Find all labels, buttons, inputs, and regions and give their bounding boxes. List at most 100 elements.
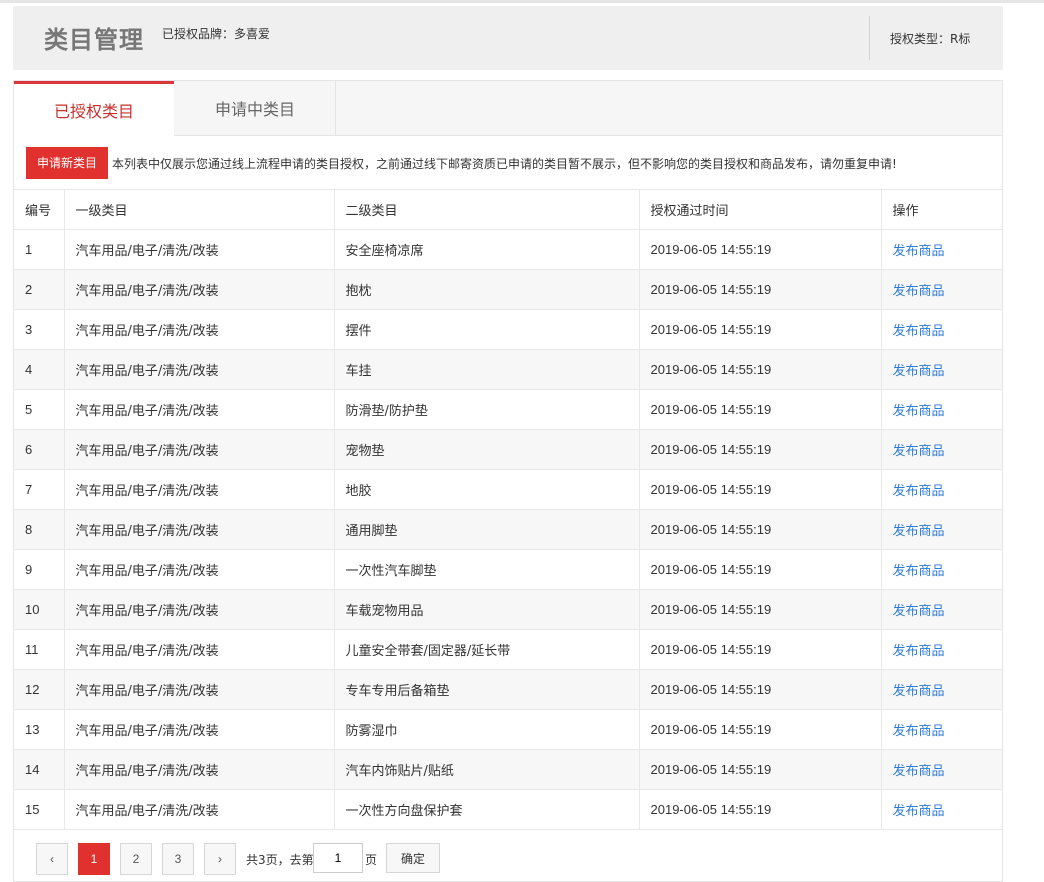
approved-time: 2019-06-05 14:55:19 <box>639 669 882 710</box>
level2-category: 车载宠物用品 <box>334 589 640 630</box>
publish-product-link[interactable]: 发布商品 <box>893 404 945 419</box>
top-border <box>0 0 1044 3</box>
publish-product-link[interactable]: 发布商品 <box>893 364 945 379</box>
publish-product-link[interactable]: 发布商品 <box>893 684 945 699</box>
table-row: 6 汽车用品/电子/清洗/改装 宠物垫 2019-06-05 14:55:19 发布商品 <box>14 429 1002 470</box>
publish-product-link[interactable]: 发布商品 <box>893 764 945 779</box>
authorized-brand: 已授权品牌：多喜爱 <box>162 27 271 41</box>
row-number: 3 <box>14 309 65 350</box>
level1-category: 汽车用品/电子/清洗/改装 <box>64 389 335 430</box>
publish-product-link[interactable]: 发布商品 <box>893 524 945 539</box>
approved-time: 2019-06-05 14:55:19 <box>639 629 882 670</box>
table-row: 4 汽车用品/电子/清洗/改装 车挂 2019-06-05 14:55:19 发布商品 <box>14 349 1002 390</box>
level1-category: 汽车用品/电子/清洗/改装 <box>64 509 335 550</box>
page-jump-confirm-button[interactable]: 确定 <box>386 843 440 873</box>
level1-category: 汽车用品/电子/清洗/改装 <box>64 589 335 630</box>
page-suffix-text: 页 <box>365 853 378 867</box>
tab-bar: 已授权类目 申请中类目 <box>14 81 1002 136</box>
level2-category: 防滑垫/防护垫 <box>334 389 640 430</box>
approved-time: 2019-06-05 14:55:19 <box>639 309 882 350</box>
notice-row: 申请新类目 本列表中仅展示您通过线上流程申请的类目授权，之前通过线下邮寄资质已申… <box>14 137 1002 190</box>
authorization-type: 授权类型：R标 <box>890 32 971 46</box>
level2-category: 安全座椅凉席 <box>334 229 640 270</box>
level1-category: 汽车用品/电子/清洗/改装 <box>64 309 335 350</box>
action-cell: 发布商品 <box>881 469 1002 510</box>
action-cell: 发布商品 <box>881 629 1002 670</box>
table-row: 1 汽车用品/电子/清洗/改装 安全座椅凉席 2019-06-05 14:55:19 发… <box>14 229 1002 270</box>
row-number: 11 <box>14 629 65 670</box>
level2-category: 摆件 <box>334 309 640 350</box>
action-cell: 发布商品 <box>881 309 1002 350</box>
level1-category: 汽车用品/电子/清洗/改装 <box>64 789 335 830</box>
level1-category: 汽车用品/电子/清洗/改装 <box>64 549 335 590</box>
publish-product-link[interactable]: 发布商品 <box>893 484 945 499</box>
row-number: 15 <box>14 789 65 830</box>
header-divider <box>869 16 870 60</box>
approved-time: 2019-06-05 14:55:19 <box>639 589 882 630</box>
action-cell: 发布商品 <box>881 509 1002 550</box>
approved-time: 2019-06-05 14:55:19 <box>639 789 882 830</box>
level2-category: 车挂 <box>334 349 640 390</box>
publish-product-link[interactable]: 发布商品 <box>893 724 945 739</box>
level1-category: 汽车用品/电子/清洗/改装 <box>64 269 335 310</box>
column-header-action: 操作 <box>881 190 1002 230</box>
action-cell: 发布商品 <box>881 749 1002 790</box>
table-row: 3 汽车用品/电子/清洗/改装 摆件 2019-06-05 14:55:19 发布商品 <box>14 309 1002 350</box>
row-number: 12 <box>14 669 65 710</box>
level1-category: 汽车用品/电子/清洗/改装 <box>64 709 335 750</box>
publish-product-link[interactable]: 发布商品 <box>893 604 945 619</box>
action-cell: 发布商品 <box>881 709 1002 750</box>
table-row: 11 汽车用品/电子/清洗/改装 儿童安全带套/固定器/延长带 2019-06-05 … <box>14 629 1002 670</box>
page-2-button[interactable]: 2 <box>120 843 152 875</box>
approved-time: 2019-06-05 14:55:19 <box>639 349 882 390</box>
level2-category: 儿童安全带套/固定器/延长带 <box>334 629 640 670</box>
prev-page-button[interactable]: ‹ <box>36 843 68 875</box>
approved-time: 2019-06-05 14:55:19 <box>639 549 882 590</box>
level1-category: 汽车用品/电子/清洗/改装 <box>64 669 335 710</box>
publish-product-link[interactable]: 发布商品 <box>893 324 945 339</box>
table-row: 10 汽车用品/电子/清洗/改装 车载宠物用品 2019-06-05 14:55:19… <box>14 589 1002 630</box>
action-cell: 发布商品 <box>881 549 1002 590</box>
page-header: 类目管理 已授权品牌：多喜爱 授权类型：R标 <box>13 6 1003 70</box>
approved-time: 2019-06-05 14:55:19 <box>639 229 882 270</box>
level1-category: 汽车用品/电子/清洗/改装 <box>64 349 335 390</box>
tab-authorized-categories[interactable]: 已授权类目 <box>14 81 174 136</box>
publish-product-link[interactable]: 发布商品 <box>893 284 945 299</box>
approved-time: 2019-06-05 14:55:19 <box>639 389 882 430</box>
publish-product-link[interactable]: 发布商品 <box>893 444 945 459</box>
table-row: 5 汽车用品/电子/清洗/改装 防滑垫/防护垫 2019-06-05 14:55:19… <box>14 389 1002 430</box>
level1-category: 汽车用品/电子/清洗/改装 <box>64 229 335 270</box>
level2-category: 宠物垫 <box>334 429 640 470</box>
column-header-level1: 一级类目 <box>64 190 335 230</box>
row-number: 1 <box>14 229 65 270</box>
publish-product-link[interactable]: 发布商品 <box>893 804 945 819</box>
publish-product-link[interactable]: 发布商品 <box>893 564 945 579</box>
page-3-button[interactable]: 3 <box>162 843 194 875</box>
next-page-button[interactable]: › <box>204 843 236 875</box>
row-number: 4 <box>14 349 65 390</box>
level2-category: 一次性方向盘保护套 <box>334 789 640 830</box>
page-1-button[interactable]: 1 <box>78 843 110 875</box>
action-cell: 发布商品 <box>881 789 1002 830</box>
pagination: ‹ 1 2 3 › 共3页，去第 页 确定 <box>36 843 736 877</box>
row-number: 13 <box>14 709 65 750</box>
category-panel: 已授权类目 申请中类目 申请新类目 本列表中仅展示您通过线上流程申请的类目授权，… <box>13 80 1003 882</box>
level1-category: 汽车用品/电子/清洗/改装 <box>64 629 335 670</box>
level2-category: 地胶 <box>334 469 640 510</box>
page-title: 类目管理 <box>44 26 144 54</box>
approved-time: 2019-06-05 14:55:19 <box>639 269 882 310</box>
publish-product-link[interactable]: 发布商品 <box>893 644 945 659</box>
table-row: 2 汽车用品/电子/清洗/改装 抱枕 2019-06-05 14:55:19 发布商品 <box>14 269 1002 310</box>
publish-product-link[interactable]: 发布商品 <box>893 244 945 259</box>
page-jump-input[interactable] <box>313 843 363 873</box>
action-cell: 发布商品 <box>881 349 1002 390</box>
column-header-approved-time: 授权通过时间 <box>639 190 882 230</box>
row-number: 6 <box>14 429 65 470</box>
row-number: 2 <box>14 269 65 310</box>
level1-category: 汽车用品/电子/清洗/改装 <box>64 749 335 790</box>
tab-pending-categories[interactable]: 申请中类目 <box>175 81 336 136</box>
row-number: 10 <box>14 589 65 630</box>
table-row: 8 汽车用品/电子/清洗/改装 通用脚垫 2019-06-05 14:55:19 发布商… <box>14 509 1002 550</box>
total-pages-text: 共3页，去第 <box>246 853 314 867</box>
apply-new-category-button[interactable]: 申请新类目 <box>26 147 108 179</box>
